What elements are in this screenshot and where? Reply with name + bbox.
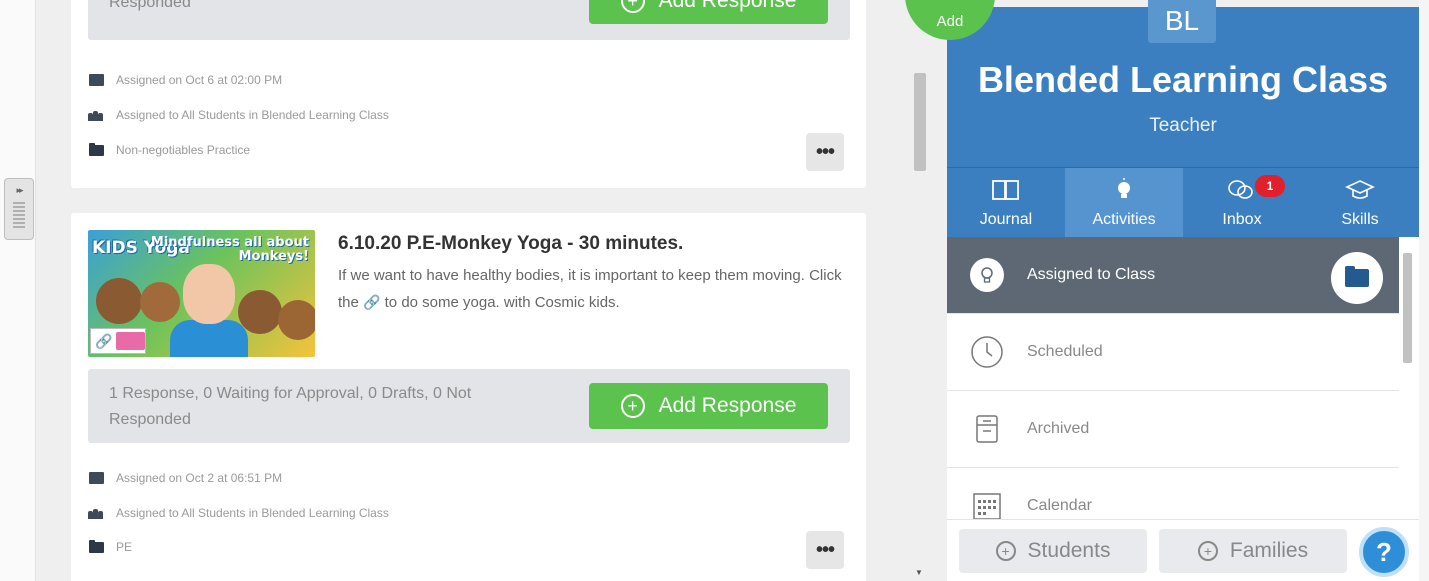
assigned-to-row: Assigned to All Students in Blended Lear… bbox=[88, 503, 389, 523]
book-icon bbox=[991, 178, 1021, 207]
link-icon[interactable]: 🔗 bbox=[363, 294, 380, 310]
folder-row: PE bbox=[88, 537, 132, 557]
folder-button[interactable] bbox=[1331, 252, 1383, 304]
panel-scrollbar-thumb[interactable] bbox=[1403, 253, 1412, 363]
lightbulb-icon bbox=[1114, 178, 1134, 207]
calendar-icon bbox=[88, 74, 104, 86]
tab-label: Activities bbox=[1092, 211, 1156, 228]
class-header: BL Blended Learning Class Teacher bbox=[947, 0, 1419, 167]
assigned-date-row: Assigned on Oct 2 at 06:51 PM bbox=[88, 468, 282, 488]
add-response-label: Add Response bbox=[658, 394, 797, 417]
activity-title: 6.10.20 P.E-Monkey Yoga - 30 minutes. bbox=[338, 233, 684, 254]
calendar-icon bbox=[947, 491, 1027, 521]
folder-name: PE bbox=[116, 540, 133, 554]
chat-icon bbox=[1227, 178, 1257, 207]
assigned-date: Assigned on Oct 6 at 02:00 PM bbox=[116, 73, 283, 87]
menu-item-assigned-to-class[interactable]: Assigned to Class bbox=[947, 237, 1399, 314]
class-role: Teacher bbox=[1149, 115, 1217, 136]
class-name: Blended Learning Class bbox=[977, 59, 1389, 100]
plus-circle-icon: + bbox=[620, 0, 645, 13]
more-options-button[interactable]: ••• bbox=[806, 531, 844, 569]
thumbnail-text-right: Mindfulness all about Monkeys! bbox=[150, 235, 309, 264]
folder-name: Non-negotiables Practice bbox=[116, 143, 251, 157]
assigned-date: Assigned on Oct 2 at 06:51 PM bbox=[116, 471, 283, 485]
add-button-label: Add bbox=[936, 13, 964, 30]
archive-icon bbox=[947, 414, 1027, 444]
tab-label: Inbox bbox=[1222, 211, 1262, 228]
thumbnail-shirt bbox=[170, 320, 248, 357]
monkey-figure bbox=[140, 282, 180, 322]
response-summary-bar: 1 Response, 0 Waiting for Approval, 0 Dr… bbox=[88, 369, 850, 443]
expand-arrows-icon: ▸▸ bbox=[16, 185, 23, 195]
plus-circle-icon: + bbox=[620, 394, 645, 418]
lightbulb-icon bbox=[947, 258, 1027, 292]
students-label: Students bbox=[1027, 539, 1111, 562]
tab-inbox[interactable]: 1 Inbox bbox=[1183, 168, 1301, 238]
tab-activities[interactable]: Activities bbox=[1065, 168, 1183, 238]
response-summary-bar: Responded + Add Response bbox=[88, 0, 850, 40]
monkey-figure bbox=[238, 290, 282, 334]
activity-card: KIDS Yoga Mindfulness all about Monkeys!… bbox=[71, 213, 866, 581]
help-button[interactable]: ? bbox=[1359, 527, 1409, 577]
calendar-icon bbox=[88, 472, 104, 484]
users-icon bbox=[88, 109, 104, 121]
menu-item-label: Calendar bbox=[1027, 497, 1092, 514]
clock-icon bbox=[947, 335, 1027, 369]
activity-feed: Responded + Add Response Assigned on Oct… bbox=[36, 0, 906, 581]
folder-icon bbox=[88, 539, 104, 553]
folder-icon bbox=[88, 142, 104, 156]
families-label: Families bbox=[1229, 539, 1309, 562]
add-response-label: Add Response bbox=[658, 0, 797, 12]
tab-label: Skills bbox=[1341, 211, 1379, 228]
activity-card: Responded + Add Response Assigned on Oct… bbox=[71, 0, 866, 188]
drawer-handle[interactable]: ▸▸ bbox=[4, 178, 34, 240]
menu-item-label: Scheduled bbox=[1027, 343, 1103, 360]
link-icon: 🔗 bbox=[95, 332, 113, 349]
plus-circle-icon: + bbox=[1197, 541, 1218, 561]
feed-scrollbar-thumb[interactable] bbox=[914, 73, 926, 171]
tab-skills[interactable]: Skills bbox=[1301, 168, 1419, 238]
assigned-to-row: Assigned to All Students in Blended Lear… bbox=[88, 105, 389, 125]
activities-menu: Assigned to Class Scheduled Archived Cal… bbox=[947, 237, 1399, 545]
folder-icon bbox=[1345, 266, 1369, 287]
grip-icon bbox=[13, 202, 25, 228]
class-tabs: Journal Activities 1 Inbox Skills bbox=[947, 167, 1419, 238]
response-status: 1 Response, 0 Waiting for Approval, 0 Dr… bbox=[109, 385, 472, 428]
link-chip[interactable]: 🔗 bbox=[90, 328, 146, 354]
response-status: Responded bbox=[109, 0, 191, 11]
plus-circle-icon: + bbox=[995, 541, 1016, 561]
description-text: to do some yoga. with Cosmic kids. bbox=[380, 294, 620, 311]
add-response-button[interactable]: + Add Response bbox=[589, 0, 828, 24]
link-preview bbox=[116, 332, 145, 350]
class-panel: BL Blended Learning Class Teacher Journa… bbox=[947, 0, 1419, 581]
tab-journal[interactable]: Journal bbox=[947, 168, 1065, 238]
assigned-to: Assigned to All Students in Blended Lear… bbox=[116, 108, 389, 122]
monkey-figure bbox=[96, 278, 142, 324]
instructor-figure bbox=[183, 264, 235, 324]
menu-item-archived[interactable]: Archived bbox=[947, 391, 1399, 468]
class-avatar: BL bbox=[1148, 0, 1216, 43]
panel-footer: + Students + Families ? bbox=[947, 519, 1419, 581]
monkey-figure bbox=[278, 300, 315, 340]
assigned-date-row: Assigned on Oct 6 at 02:00 PM bbox=[88, 70, 282, 90]
folder-row: Non-negotiables Practice bbox=[88, 140, 250, 160]
add-response-button[interactable]: + Add Response bbox=[589, 383, 828, 429]
activity-description: If we want to have healthy bodies, it is… bbox=[338, 262, 848, 316]
tab-label: Journal bbox=[979, 211, 1033, 228]
add-students-button[interactable]: + Students bbox=[959, 529, 1147, 573]
left-edge: ▸▸ bbox=[0, 0, 36, 581]
users-icon bbox=[88, 507, 104, 519]
scroll-down-arrow-icon[interactable]: ▼ bbox=[915, 568, 923, 577]
add-families-button[interactable]: + Families bbox=[1159, 529, 1347, 573]
activity-thumbnail[interactable]: KIDS Yoga Mindfulness all about Monkeys!… bbox=[88, 230, 315, 357]
menu-item-label: Archived bbox=[1027, 420, 1090, 437]
menu-item-label: Assigned to Class bbox=[1027, 266, 1156, 283]
menu-item-scheduled[interactable]: Scheduled bbox=[947, 314, 1399, 391]
right-gutter bbox=[1419, 0, 1429, 581]
more-options-button[interactable]: ••• bbox=[806, 133, 844, 171]
inbox-badge: 1 bbox=[1255, 175, 1285, 197]
graduation-cap-icon bbox=[1345, 178, 1375, 207]
assigned-to: Assigned to All Students in Blended Lear… bbox=[116, 506, 389, 520]
